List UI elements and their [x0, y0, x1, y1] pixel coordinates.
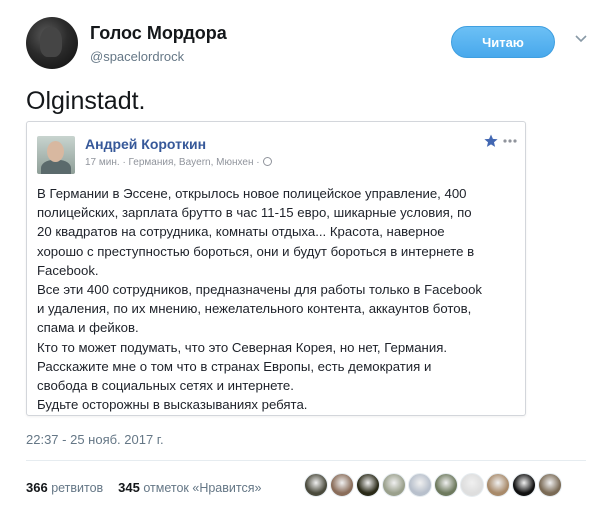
liker-avatar-6[interactable]: [434, 473, 458, 497]
fb-post-body: В Германии в Эссене, открылось новое пол…: [37, 184, 519, 414]
fb-post-line: Расскажите мне о том что в странах Европ…: [37, 358, 432, 374]
retweet-label[interactable]: ретвитов: [51, 481, 103, 495]
fb-post-line: спама и фейков.: [37, 320, 139, 336]
fb-post-line: свобода в социальных сетях и интернете.: [37, 378, 294, 394]
liker-avatar-5[interactable]: [408, 473, 432, 497]
fb-post-line: Facebook.: [37, 262, 99, 278]
liker-avatar-2[interactable]: [330, 473, 354, 497]
liker-avatar-10[interactable]: [538, 473, 562, 497]
liker-avatar-9[interactable]: [512, 473, 536, 497]
liker-avatar-3[interactable]: [356, 473, 380, 497]
profile-handle[interactable]: @spacelordrock: [90, 49, 184, 64]
fb-post-line: 20 квадратов на сотрудника, комнаты отды…: [37, 224, 445, 240]
fb-author-avatar: [37, 136, 75, 174]
tweet-timestamp[interactable]: 22:37 - 25 нояб. 2017 г.: [26, 432, 164, 447]
tweet-text: Olginstadt.: [26, 87, 146, 115]
fb-post-line: полицейских, зарплата брутто в час 11-15…: [37, 205, 472, 221]
tweet-stats: 366 ретвитов 345 отметок «Нравится»: [26, 480, 261, 495]
star-icon: [484, 134, 498, 147]
fb-post-meta: 17 мин. · Германия, Bayern, Мюнхен ·: [85, 157, 272, 168]
fb-post-line: хорошо с преступностью бороться, они и б…: [37, 243, 475, 259]
facebook-post-screenshot: Андрей Короткин 17 мин. · Германия, Baye…: [26, 121, 526, 416]
globe-icon: [262, 157, 272, 166]
liker-avatar-7[interactable]: [460, 473, 484, 497]
follow-button[interactable]: Читаю: [451, 26, 555, 58]
fb-post-line: Кто то может подумать, что это Северная …: [37, 339, 448, 355]
fb-author-name: Андрей Короткин: [85, 136, 207, 152]
profile-avatar[interactable]: [26, 17, 78, 69]
fb-post-line: Все эти 400 сотрудников, предназначены д…: [37, 282, 482, 298]
fb-post-meta-text: 17 мин. · Германия, Bayern, Мюнхен ·: [85, 157, 260, 168]
liker-avatar-4[interactable]: [382, 473, 406, 497]
retweet-count[interactable]: 366: [26, 480, 48, 495]
like-label[interactable]: отметок «Нравится»: [143, 481, 261, 495]
chevron-down-icon[interactable]: [573, 30, 589, 46]
liker-avatar-8[interactable]: [486, 473, 510, 497]
divider: [26, 460, 586, 461]
fb-post-line: Будьте осторожны в высказываниях ребята.: [37, 397, 308, 413]
like-count[interactable]: 345: [118, 480, 140, 495]
liker-avatar-1[interactable]: [304, 473, 328, 497]
profile-display-name[interactable]: Голос Мордора: [90, 23, 227, 44]
fb-post-line: и удаления, по их мнению, нежелательного…: [37, 301, 472, 317]
tweet-header: Голос Мордора @spacelordrock Читаю: [26, 14, 596, 70]
fb-post-line: В Германии в Эссене, открылось новое пол…: [37, 186, 467, 201]
more-options-icon: [503, 139, 517, 143]
